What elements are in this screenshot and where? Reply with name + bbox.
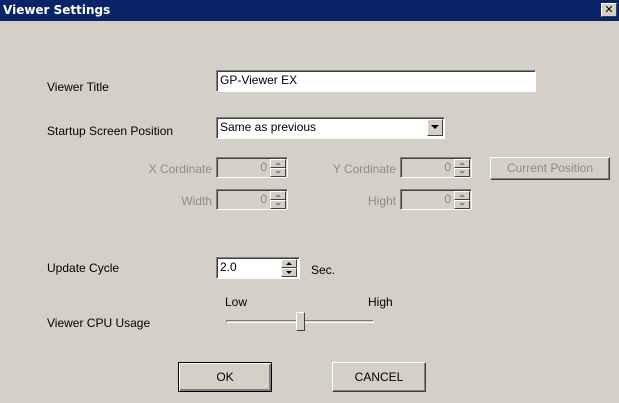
- spin-up-icon[interactable]: [454, 191, 470, 200]
- viewer-settings-dialog: Viewer Settings ✕ Viewer Title GP-Viewer…: [0, 0, 619, 403]
- height-label: Hight: [367, 194, 396, 208]
- close-icon[interactable]: ✕: [601, 3, 617, 17]
- width-label: Width: [181, 194, 212, 208]
- spin-up-icon[interactable]: [281, 259, 297, 268]
- cpu-usage-slider-thumb[interactable]: [295, 312, 305, 331]
- spin-down-icon[interactable]: [454, 168, 470, 177]
- viewer-title-label: Viewer Title: [47, 80, 109, 94]
- update-cycle-unit: Sec.: [311, 263, 336, 277]
- spin-down-icon[interactable]: [270, 200, 286, 209]
- y-coordinate-label: Y Cordinate: [332, 162, 396, 176]
- x-coordinate-label: X Cordinate: [148, 162, 212, 176]
- startup-position-label: Startup Screen Position: [47, 124, 174, 138]
- cpu-usage-low-label: Low: [225, 295, 248, 309]
- startup-position-value: Same as previous: [220, 120, 317, 134]
- update-cycle-label: Update Cycle: [47, 261, 120, 275]
- title-bar[interactable]: Viewer Settings ✕: [0, 0, 619, 21]
- ok-button[interactable]: OK: [178, 362, 272, 392]
- cpu-usage-label: Viewer CPU Usage: [47, 316, 151, 330]
- viewer-title-input[interactable]: GP-Viewer EX: [216, 70, 536, 92]
- chevron-down-icon[interactable]: [427, 119, 443, 136]
- cpu-usage-high-label: High: [368, 295, 393, 309]
- spin-up-icon[interactable]: [454, 159, 470, 168]
- cancel-button[interactable]: CANCEL: [332, 362, 426, 392]
- spin-down-icon[interactable]: [454, 200, 470, 209]
- spin-down-icon[interactable]: [270, 168, 286, 177]
- window-title: Viewer Settings: [3, 3, 111, 17]
- startup-position-select[interactable]: Same as previous: [216, 117, 445, 139]
- spin-up-icon[interactable]: [270, 191, 286, 200]
- spin-up-icon[interactable]: [270, 159, 286, 168]
- current-position-button[interactable]: Current Position: [490, 157, 610, 180]
- spin-down-icon[interactable]: [281, 268, 297, 277]
